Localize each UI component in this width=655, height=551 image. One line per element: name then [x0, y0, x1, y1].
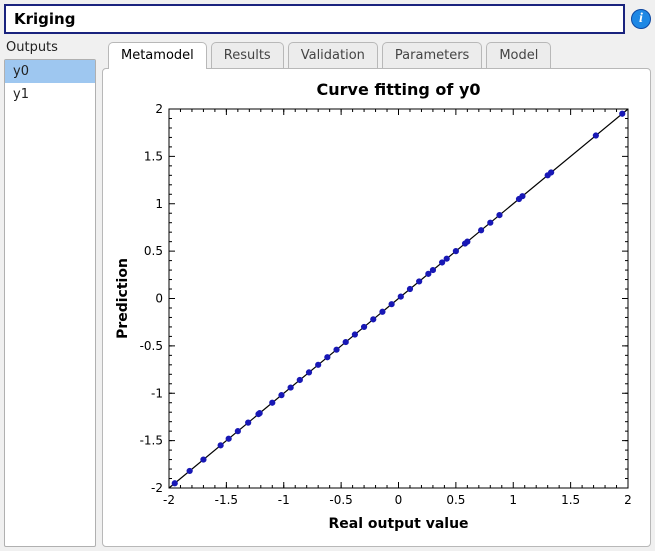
y-tick-label: 1.5: [144, 149, 163, 163]
data-point: [497, 213, 502, 218]
data-point: [187, 468, 192, 473]
data-point: [407, 286, 412, 291]
data-point: [371, 317, 376, 322]
analysis-title[interactable]: Kriging: [4, 4, 625, 34]
data-point: [352, 332, 357, 337]
data-point: [465, 239, 470, 244]
y-tick-label: 0: [155, 292, 163, 306]
chart-title: Curve fitting of y0: [316, 80, 480, 99]
y-tick-label: -0.5: [140, 339, 163, 353]
y-axis-label: Prediction: [115, 258, 131, 339]
tab-model[interactable]: Model: [486, 42, 551, 69]
data-point: [288, 385, 293, 390]
data-point: [479, 228, 484, 233]
data-point: [325, 355, 330, 360]
data-point: [453, 249, 458, 254]
data-point: [306, 370, 311, 375]
data-point: [334, 347, 339, 352]
data-point: [279, 393, 284, 398]
x-tick-label: -2: [163, 493, 175, 507]
data-point: [257, 411, 262, 416]
data-point: [444, 256, 449, 261]
data-point: [440, 260, 445, 265]
x-tick-label: 0: [395, 493, 403, 507]
info-icon[interactable]: i: [631, 9, 651, 29]
outputs-heading: Outputs: [4, 38, 96, 59]
data-point: [235, 429, 240, 434]
tab-results[interactable]: Results: [211, 42, 284, 69]
data-point: [488, 220, 493, 225]
data-point: [520, 194, 525, 199]
tab-validation[interactable]: Validation: [288, 42, 378, 69]
tab-content-metamodel: Curve fitting of y0 -2 -1.5 -1 -0.5 0 0.5 1 1.5 2…: [102, 68, 651, 547]
output-item-y0[interactable]: y0: [5, 60, 95, 83]
data-point: [172, 481, 177, 486]
data-point: [389, 302, 394, 307]
y-tick-label: -2: [151, 481, 163, 495]
data-point: [361, 324, 366, 329]
data-point: [270, 400, 275, 405]
x-tick-label: -1: [278, 493, 290, 507]
x-tick-label: -1.5: [215, 493, 238, 507]
data-point: [398, 294, 403, 299]
data-point: [226, 436, 231, 441]
data-point: [201, 457, 206, 462]
y-tick-label: 2: [155, 102, 163, 116]
data-point: [218, 443, 223, 448]
tab-metamodel[interactable]: Metamodel: [108, 42, 207, 69]
y-tick-label: 1: [155, 197, 163, 211]
x-tick-label: -0.5: [329, 493, 352, 507]
output-item-y1[interactable]: y1: [5, 83, 95, 106]
curve-fitting-chart: Curve fitting of y0 -2 -1.5 -1 -0.5 0 0.5 1 1.5 2…: [111, 77, 642, 538]
data-point: [426, 271, 431, 276]
x-tick-label: 0.5: [446, 493, 465, 507]
x-tick-label: 1: [509, 493, 517, 507]
data-point: [593, 133, 598, 138]
data-point: [620, 111, 625, 116]
tabs-bar: MetamodelResultsValidationParametersMode…: [102, 38, 651, 68]
x-tick-label: 2: [624, 493, 632, 507]
y-tick-label: -1: [151, 386, 163, 400]
data-point: [297, 377, 302, 382]
data-point: [246, 420, 251, 425]
data-point: [549, 170, 554, 175]
data-point: [343, 339, 348, 344]
x-tick-label: 1.5: [561, 493, 580, 507]
data-point: [430, 267, 435, 272]
y-tick-label: -1.5: [140, 434, 163, 448]
tab-parameters[interactable]: Parameters: [382, 42, 482, 69]
data-point: [417, 279, 422, 284]
y-tick-label: 0.5: [144, 244, 163, 258]
data-point: [316, 362, 321, 367]
x-axis-label: Real output value: [328, 516, 468, 532]
data-point: [380, 309, 385, 314]
outputs-list: y0y1: [4, 59, 96, 547]
